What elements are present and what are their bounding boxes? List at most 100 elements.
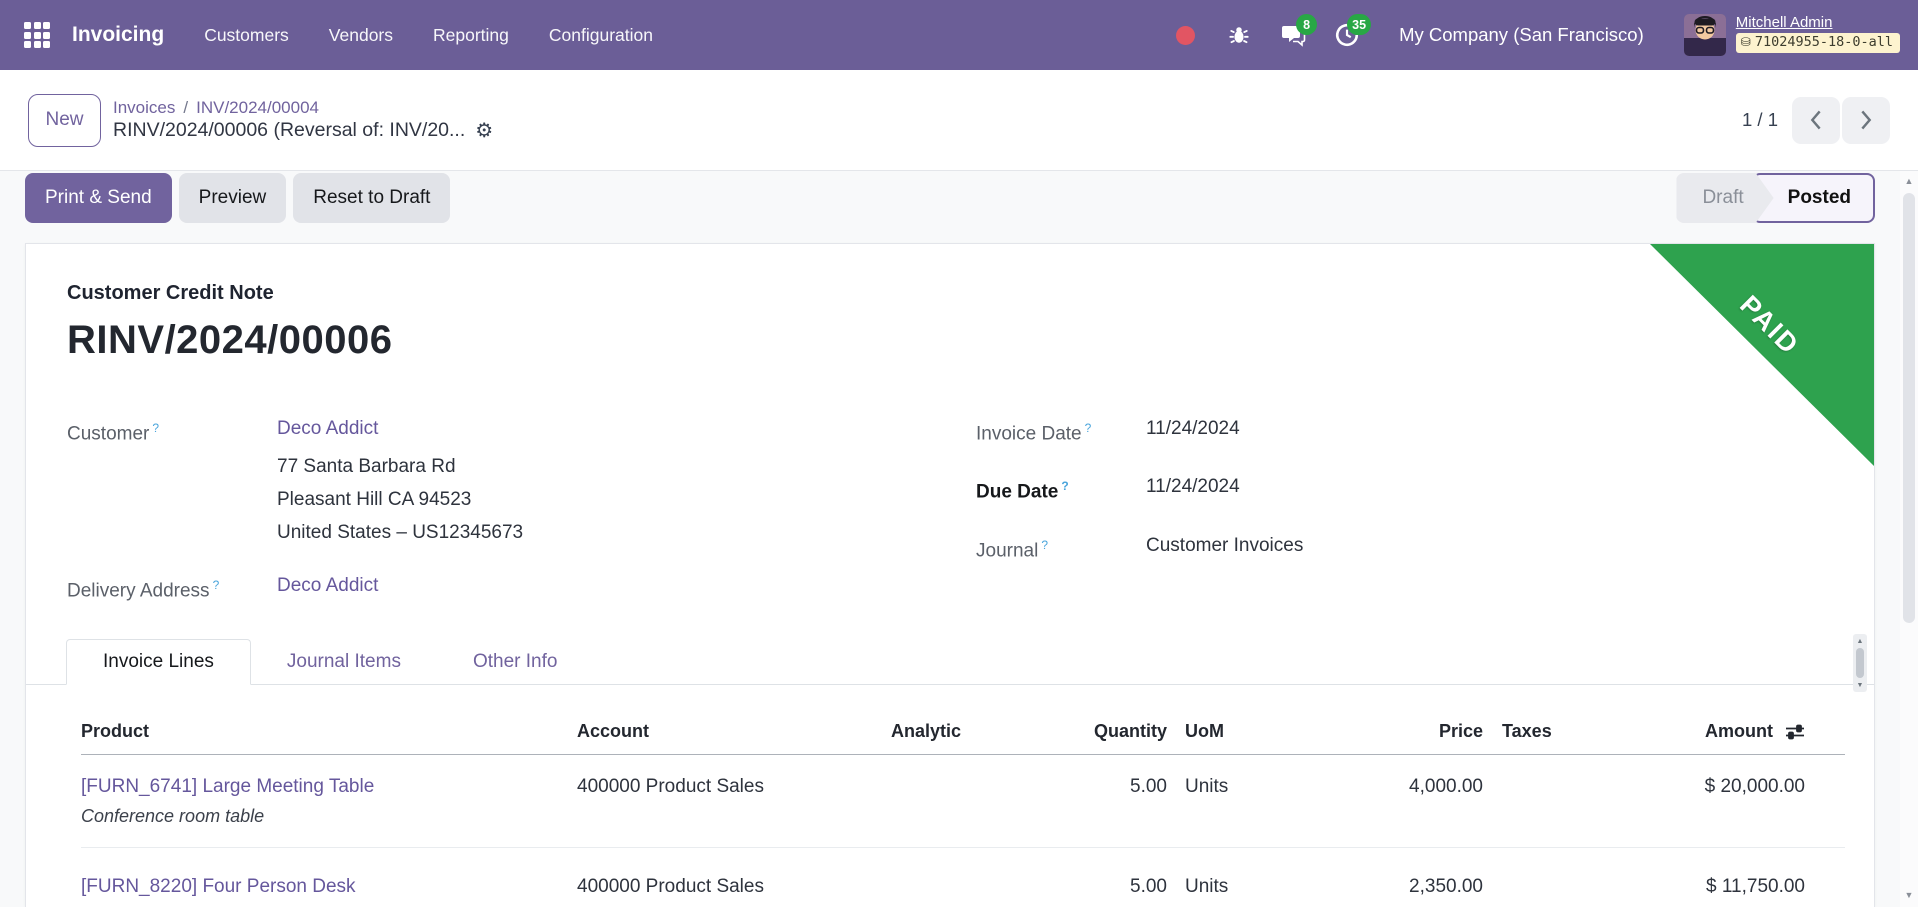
invoice-lines-table: Product Account Analytic Quantity UoM Pr… xyxy=(81,699,1845,907)
tab-other-info[interactable]: Other Info xyxy=(437,639,594,684)
menu-customers[interactable]: Customers xyxy=(204,25,289,46)
pager-previous-button[interactable] xyxy=(1792,97,1840,144)
gear-icon[interactable]: ⚙ xyxy=(475,121,493,141)
database-badge-text: 71024955-18-0-all xyxy=(1755,34,1893,51)
header-uom[interactable]: UoM xyxy=(1167,721,1327,742)
main-content: Print & Send Preview Reset to Draft Draf… xyxy=(0,171,1918,907)
journal-value[interactable]: Customer Invoices xyxy=(1146,529,1303,567)
notebook-tabs: Invoice Lines Journal Items Other Info xyxy=(26,639,1874,685)
cell-price: 4,000.00 xyxy=(1327,776,1483,798)
customer-label: Customer? xyxy=(67,412,277,450)
tab-journal-items[interactable]: Journal Items xyxy=(251,639,437,684)
notebook-scrollbar[interactable]: ▲ ▼ xyxy=(1853,634,1867,692)
cell-quantity: 5.00 xyxy=(1027,776,1167,798)
pager: 1 / 1 xyxy=(1742,97,1890,144)
action-buttons-row: Print & Send Preview Reset to Draft Draf… xyxy=(25,173,1875,223)
top-navbar: Invoicing Customers Vendors Reporting Co… xyxy=(0,0,1918,70)
cell-amount: $ 20,000.00 xyxy=(1643,776,1805,798)
menu-configuration[interactable]: Configuration xyxy=(549,25,653,46)
new-button[interactable]: New xyxy=(28,94,101,147)
user-name: Mitchell Admin xyxy=(1736,14,1900,31)
cell-amount: $ 11,750.00 xyxy=(1643,876,1805,898)
window-scrollbar-thumb[interactable] xyxy=(1903,193,1915,623)
header-price[interactable]: Price xyxy=(1327,721,1483,742)
bug-icon[interactable] xyxy=(1225,21,1253,49)
pager-value[interactable]: 1 / 1 xyxy=(1742,109,1778,131)
messages-icon[interactable]: 8 xyxy=(1279,21,1307,49)
cell-price: 2,350.00 xyxy=(1327,876,1483,898)
help-icon: ? xyxy=(213,578,220,592)
user-menu[interactable]: Mitchell Admin ⛁ 71024955-18-0-all xyxy=(1684,14,1900,56)
header-quantity[interactable]: Quantity xyxy=(1027,721,1167,742)
avatar xyxy=(1684,14,1726,56)
table-row[interactable]: [FURN_6741] Large Meeting Table 400000 P… xyxy=(81,755,1845,848)
help-icon: ? xyxy=(1061,479,1068,493)
print-send-button[interactable]: Print & Send xyxy=(25,173,172,223)
pager-next-button[interactable] xyxy=(1842,97,1890,144)
help-icon: ? xyxy=(1041,538,1048,552)
scroll-up-icon[interactable]: ▲ xyxy=(1900,171,1918,191)
paid-ribbon: PAID xyxy=(1650,244,1874,466)
product-link[interactable]: [FURN_6741] Large Meeting Table xyxy=(81,776,374,797)
customer-link[interactable]: Deco Addict xyxy=(277,412,378,450)
database-badge: ⛁ 71024955-18-0-all xyxy=(1736,33,1900,53)
delivery-address-label: Delivery Address? xyxy=(67,569,277,607)
status-draft[interactable]: Draft xyxy=(1676,173,1773,223)
due-date-label: Due Date? xyxy=(976,470,1146,508)
invoice-date-label: Invoice Date? xyxy=(976,412,1146,450)
delivery-address-link[interactable]: Deco Addict xyxy=(277,569,378,607)
help-icon: ? xyxy=(152,421,159,435)
cell-account: 400000 Product Sales xyxy=(577,776,877,798)
breadcrumb: Invoices / INV/2024/00004 RINV/2024/00006 … xyxy=(113,98,493,142)
apps-grid-icon[interactable] xyxy=(24,22,50,48)
menu-reporting[interactable]: Reporting xyxy=(433,25,509,46)
preview-button[interactable]: Preview xyxy=(179,173,287,223)
company-switcher[interactable]: My Company (San Francisco) xyxy=(1399,24,1644,46)
header-amount[interactable]: Amount xyxy=(1705,721,1773,742)
journal-label: Journal? xyxy=(976,529,1146,567)
messages-badge: 8 xyxy=(1296,14,1317,35)
notebook-scrollbar-thumb[interactable] xyxy=(1856,648,1864,678)
due-date-value[interactable]: 11/24/2024 xyxy=(1146,470,1240,508)
document-number: RINV/2024/00006 xyxy=(67,318,393,363)
scroll-down-icon[interactable]: ▼ xyxy=(1853,680,1867,690)
cell-account: 400000 Product Sales xyxy=(577,876,877,898)
activities-badge: 35 xyxy=(1347,14,1371,35)
breadcrumb-origin-link[interactable]: INV/2024/00004 xyxy=(196,98,319,117)
status-bar: Draft Posted xyxy=(1676,173,1875,223)
product-description: Conference room table xyxy=(81,804,1845,847)
cell-uom: Units xyxy=(1167,876,1327,898)
database-icon: ⛁ xyxy=(1741,34,1751,51)
window-scrollbar[interactable]: ▲ ▼ xyxy=(1900,171,1918,907)
product-link[interactable]: [FURN_8220] Four Person Desk xyxy=(81,876,356,897)
form-sheet: PAID Customer Credit Note RINV/2024/0000… xyxy=(25,243,1875,907)
help-icon: ? xyxy=(1085,421,1092,435)
tab-invoice-lines[interactable]: Invoice Lines xyxy=(66,639,251,685)
breadcrumb-separator: / xyxy=(183,98,188,117)
scroll-down-icon[interactable]: ▼ xyxy=(1900,885,1918,905)
customer-address-line: Pleasant Hill CA 94523 xyxy=(277,483,897,516)
table-header-row: Product Account Analytic Quantity UoM Pr… xyxy=(81,699,1845,755)
reset-to-draft-button[interactable]: Reset to Draft xyxy=(293,173,450,223)
table-row[interactable]: [FURN_8220] Four Person Desk 400000 Prod… xyxy=(81,848,1845,907)
cell-uom: Units xyxy=(1167,776,1327,798)
header-account[interactable]: Account xyxy=(577,721,877,742)
scroll-up-icon[interactable]: ▲ xyxy=(1853,636,1867,646)
header-product[interactable]: Product xyxy=(81,721,577,742)
invoice-date-value[interactable]: 11/24/2024 xyxy=(1146,412,1240,450)
recording-indicator-icon[interactable] xyxy=(1171,21,1199,49)
control-panel: New Invoices / INV/2024/00004 RINV/2024/00… xyxy=(0,70,1918,171)
breadcrumb-invoices-link[interactable]: Invoices xyxy=(113,98,175,117)
header-taxes[interactable]: Taxes xyxy=(1483,721,1643,742)
header-analytic[interactable]: Analytic xyxy=(877,721,1027,742)
activities-clock-icon[interactable]: 35 xyxy=(1333,21,1361,49)
paid-ribbon-label: PAID xyxy=(1733,290,1805,362)
app-name[interactable]: Invoicing xyxy=(72,23,164,47)
breadcrumb-current: RINV/2024/00006 (Reversal of: INV/20... xyxy=(113,119,465,142)
menu-vendors[interactable]: Vendors xyxy=(329,25,393,46)
cell-quantity: 5.00 xyxy=(1027,876,1167,898)
customer-address-line: United States – US12345673 xyxy=(277,516,897,549)
optional-columns-icon[interactable] xyxy=(1785,723,1805,741)
document-type: Customer Credit Note xyxy=(67,282,274,305)
customer-address-line: 77 Santa Barbara Rd xyxy=(277,450,897,483)
